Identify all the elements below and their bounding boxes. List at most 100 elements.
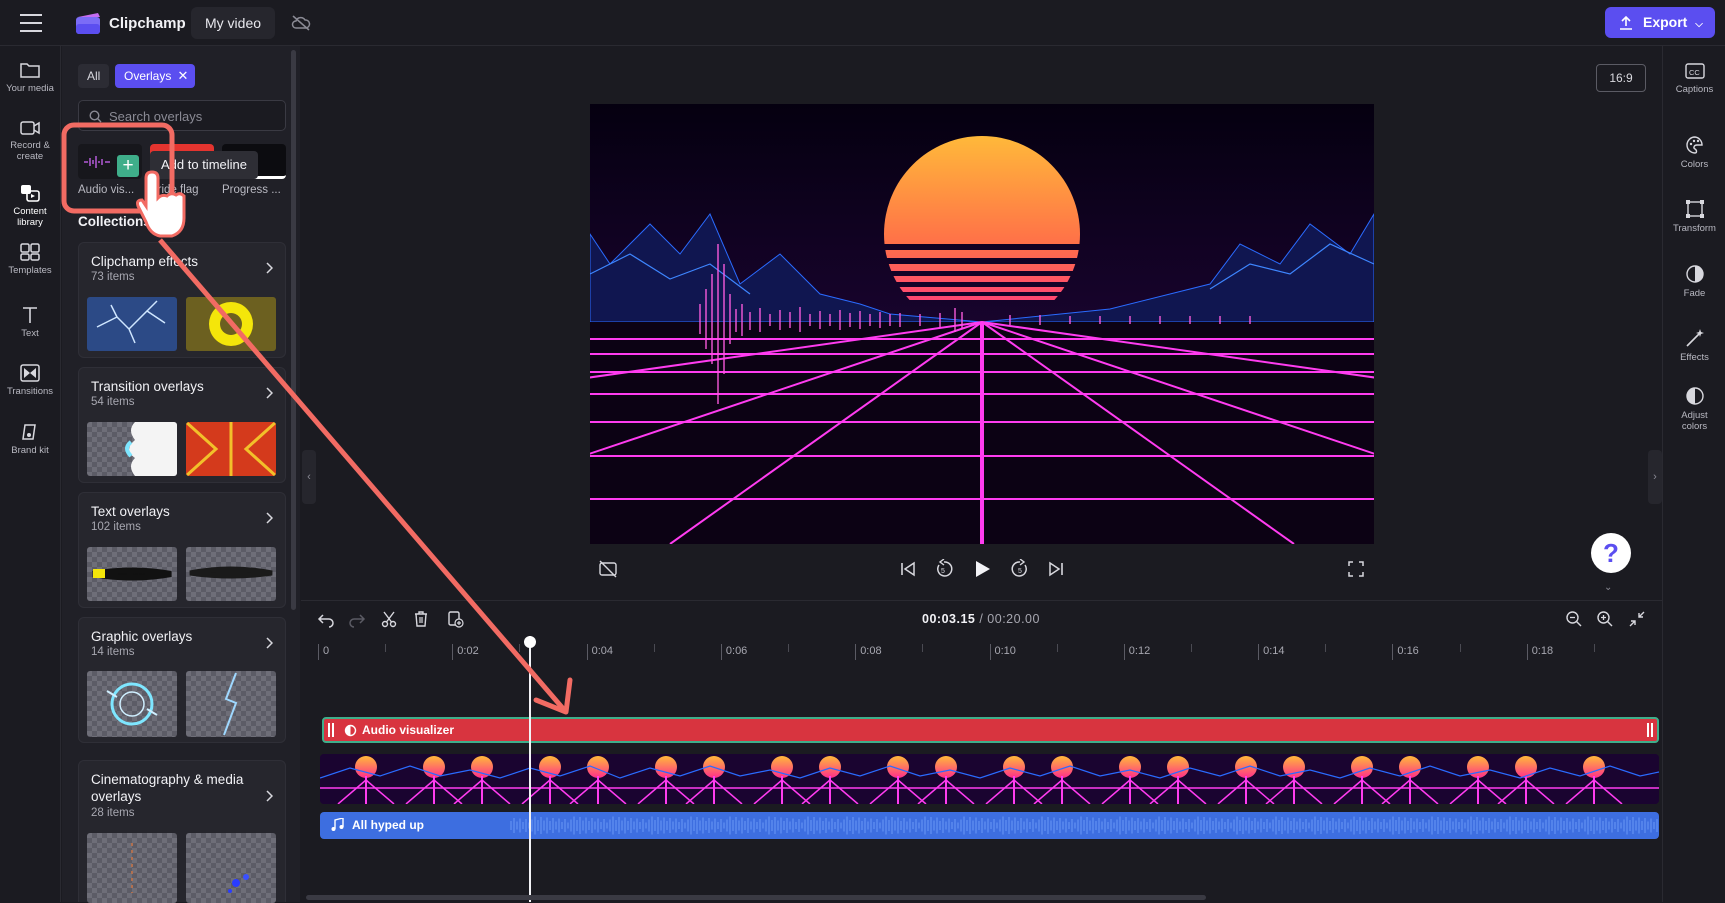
fit-timeline-icon[interactable] (1628, 610, 1646, 628)
collection-title: Transition overlays (91, 379, 204, 394)
total-time: / 00:20.00 (979, 612, 1040, 626)
trim-handle-left[interactable] (328, 723, 334, 737)
chevron-right-icon (265, 261, 274, 279)
timeline-scrollbar[interactable] (306, 895, 1206, 900)
nav-effects[interactable]: Effects (1663, 328, 1725, 363)
nav-brand-kit[interactable]: Brand kit (0, 422, 60, 456)
lightning-effect-thumbnail[interactable] (87, 297, 177, 351)
brand-kit-icon (22, 424, 36, 440)
ruler-tick (318, 644, 319, 660)
nav-record-create[interactable]: Record & create (0, 119, 60, 162)
collection-card[interactable]: Transition overlays 54 items (78, 367, 286, 483)
ruler-tick-label: 0:10 (994, 645, 1016, 657)
brush-stroke-thumbnail[interactable] (186, 547, 276, 601)
synthwave-scene-image (590, 104, 1374, 544)
trim-handle-right[interactable] (1647, 723, 1653, 737)
hide-preview-icon[interactable] (598, 559, 618, 579)
nav-text[interactable]: Text (0, 305, 60, 339)
audio-clip-all-hyped-up[interactable]: All hyped up (320, 812, 1659, 839)
nav-your-media[interactable]: Your media (0, 60, 60, 94)
search-input[interactable] (109, 106, 279, 126)
nav-colors[interactable]: Colors (1663, 135, 1725, 170)
ruler-tick (855, 644, 857, 660)
video-clip-track[interactable] (320, 754, 1659, 804)
video-filmstrip-image (320, 754, 1659, 804)
collection-card[interactable]: Text overlays 102 items (78, 492, 286, 608)
nav-transform[interactable]: Transform (1663, 199, 1725, 234)
clipchamp-logo-icon (76, 13, 100, 34)
svg-text:5: 5 (941, 568, 945, 575)
light-leak-thumbnail[interactable] (87, 833, 177, 903)
collection-card[interactable]: Cinematography & media overlays 28 items (78, 760, 286, 903)
playhead-handle[interactable] (524, 636, 536, 648)
blue-particles-thumbnail[interactable] (186, 833, 276, 903)
collection-count: 102 items (91, 521, 141, 533)
search-box[interactable] (78, 100, 286, 131)
collection-card[interactable]: Graphic overlays 14 items (78, 617, 286, 743)
white-splash-thumbnail[interactable] (87, 422, 177, 476)
chevron-right-icon (265, 789, 274, 807)
ruler-minor-tick (922, 644, 924, 652)
collapse-left-panel-button[interactable]: ‹ (302, 450, 316, 504)
lightning-bolt-thumbnail[interactable] (186, 671, 276, 737)
effects-wand-icon (1685, 329, 1704, 347)
cloud-off-icon[interactable] (291, 14, 311, 32)
nav-templates[interactable]: Templates (0, 242, 60, 276)
search-icon (89, 110, 102, 123)
zoom-in-icon[interactable] (1596, 610, 1614, 628)
close-icon[interactable]: ✕ (177, 64, 188, 88)
brush-stroke-thumbnail[interactable] (87, 547, 177, 601)
chevron-down-icon[interactable]: ⌄ (1604, 582, 1612, 593)
collapse-right-panel-button[interactable]: › (1648, 450, 1662, 504)
ruler-tick-label: 0:08 (860, 645, 882, 657)
ruler-tick (452, 644, 454, 660)
yellow-burst-thumbnail[interactable] (186, 297, 276, 351)
rewind-5s-icon[interactable]: 5 (934, 559, 954, 579)
nav-fade[interactable]: Fade (1663, 264, 1725, 299)
chevron-right-icon (265, 386, 274, 404)
collection-count: 54 items (91, 396, 135, 408)
ruler-tick (1258, 644, 1260, 660)
ruler-tick (1392, 644, 1394, 660)
duplicate-icon[interactable] (446, 610, 464, 628)
filter-overlays-chip[interactable]: Overlays ✕ (115, 64, 196, 88)
ruler-minor-tick (788, 644, 790, 652)
export-label: Export (1643, 14, 1688, 30)
ruler-minor-tick (1593, 644, 1595, 652)
add-plus-icon[interactable]: + (117, 155, 139, 177)
collection-count: 73 items (91, 271, 135, 283)
fullscreen-icon[interactable] (1346, 559, 1366, 579)
export-button[interactable]: Export ⌵ (1605, 7, 1715, 38)
energy-orb-thumbnail[interactable] (87, 671, 177, 737)
help-button[interactable]: ? (1591, 533, 1631, 573)
undo-icon[interactable] (317, 610, 335, 628)
collection-title: Graphic overlays (91, 629, 193, 644)
redo-icon[interactable] (348, 610, 366, 628)
filter-all-chip[interactable]: All (78, 64, 110, 88)
skip-to-end-icon[interactable] (1046, 559, 1066, 579)
red-burst-thumbnail[interactable] (186, 422, 276, 476)
nav-content-library[interactable]: Content library (0, 183, 60, 228)
split-scissors-icon[interactable] (380, 610, 398, 628)
overlay-clip-audio-visualizer[interactable]: Audio visualizer (322, 717, 1659, 743)
forward-5s-icon[interactable]: 5 (1010, 559, 1030, 579)
collection-card[interactable]: Clipchamp effects 73 items (78, 242, 286, 358)
panel-scrollbar[interactable] (291, 50, 296, 610)
delete-icon[interactable] (412, 610, 430, 628)
left-navigation: Your media Record & create Content library… (0, 46, 61, 902)
nav-captions[interactable]: CC Captions (1663, 62, 1725, 95)
nav-adjust-colors[interactable]: Adjust colors (1663, 386, 1725, 432)
playhead[interactable] (529, 636, 531, 902)
hamburger-menu-icon[interactable] (20, 14, 42, 32)
play-icon[interactable] (972, 559, 992, 579)
skip-to-start-icon[interactable] (898, 559, 918, 579)
templates-icon (20, 243, 40, 261)
zoom-out-icon[interactable] (1565, 610, 1583, 628)
palette-icon (1685, 136, 1703, 154)
project-title[interactable]: My video (191, 7, 276, 39)
nav-transitions[interactable]: Transitions (0, 363, 60, 397)
aspect-ratio-button[interactable]: 16:9 (1596, 64, 1646, 92)
brand-name: Clipchamp (109, 15, 186, 32)
content-library-icon (21, 185, 40, 202)
current-time: 00:03.15 (922, 612, 976, 626)
